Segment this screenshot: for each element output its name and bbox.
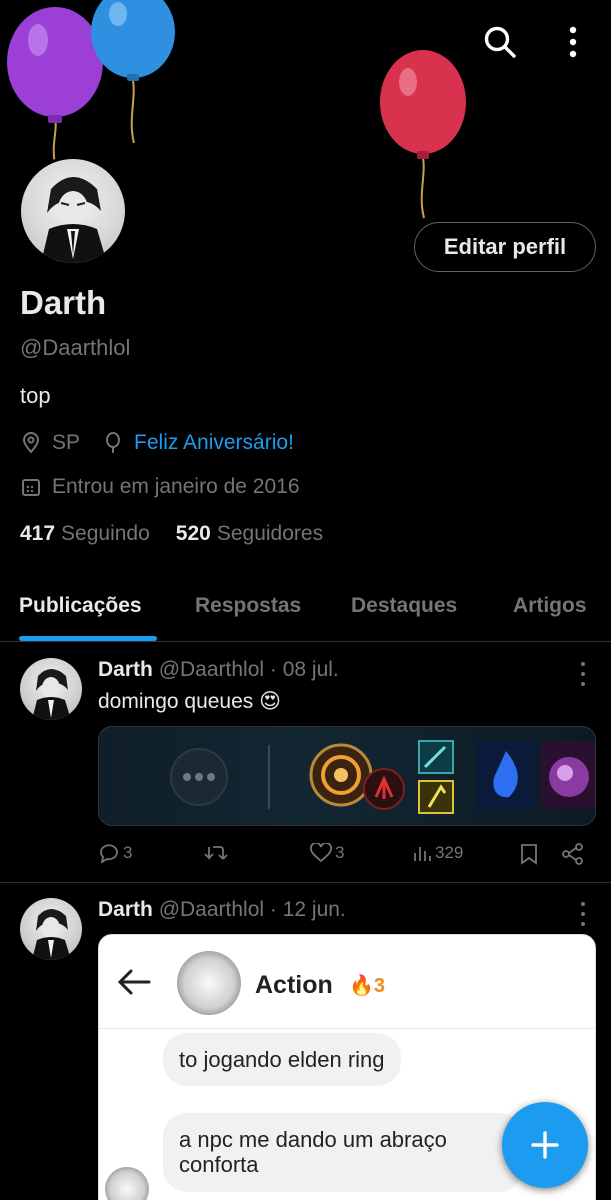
post-more-button[interactable] xyxy=(573,902,593,926)
repost-button[interactable] xyxy=(204,843,228,863)
blue-balloon-icon xyxy=(91,0,175,144)
following-label: Seguindo xyxy=(61,522,150,545)
location-icon xyxy=(20,432,42,454)
post-handle-date: @Daarthlol · 08 jul. xyxy=(158,658,339,681)
post-actions: 3 3 329 xyxy=(98,843,590,869)
chat-message-line: a npc me dando um abraço xyxy=(179,1127,447,1152)
search-icon xyxy=(484,26,516,58)
followers-link[interactable]: 520 Seguidores xyxy=(176,522,323,546)
profile-meta-location-row: SP Feliz Aniversário! xyxy=(20,431,294,455)
profile-tabs: Publicações Respostas Destaques Artigos xyxy=(0,576,611,642)
chat-streak: 🔥3 xyxy=(349,973,385,998)
views-button[interactable]: 329 xyxy=(412,843,463,863)
views-count: 329 xyxy=(435,843,464,862)
chat-avatar xyxy=(177,951,241,1015)
chat-sender-avatar xyxy=(105,1167,149,1200)
followers-label: Seguidores xyxy=(216,522,324,545)
tab-destaques[interactable]: Destaques xyxy=(351,594,457,618)
like-button[interactable]: 3 xyxy=(310,843,344,863)
chat-message-line: conforta xyxy=(179,1152,259,1178)
post-avatar[interactable] xyxy=(20,898,82,960)
post-author-name[interactable]: Darth xyxy=(98,898,153,921)
search-button[interactable] xyxy=(480,22,520,62)
avatar-image xyxy=(41,177,107,263)
post-media[interactable] xyxy=(98,726,596,826)
like-icon xyxy=(310,843,332,863)
plus-icon xyxy=(531,1131,559,1159)
profile-avatar[interactable] xyxy=(18,156,128,266)
profile-name: Darth xyxy=(20,284,107,321)
profile-page: Editar perfil Darth @Daarthlol top SP Fe… xyxy=(0,0,611,1200)
active-tab-indicator xyxy=(19,636,157,641)
post-avatar[interactable] xyxy=(20,658,82,720)
tab-publicacoes[interactable]: Publicações xyxy=(19,594,142,618)
reply-count: 3 xyxy=(123,843,133,862)
profile-bio: top xyxy=(20,383,51,408)
repost-icon xyxy=(204,846,228,861)
post-item[interactable]: Darth @Daarthlol · 08 jul. domingo queue… xyxy=(0,643,611,883)
followers-count: 520 xyxy=(175,522,211,545)
calendar-icon xyxy=(20,476,42,498)
chat-message: a npc me dando um abraço conforta xyxy=(163,1113,523,1192)
chat-message: to jogando elden ring xyxy=(163,1033,401,1087)
edit-profile-button[interactable]: Editar perfil xyxy=(414,222,596,272)
like-count: 3 xyxy=(335,843,345,862)
post-author-name[interactable]: Darth xyxy=(98,658,153,681)
follow-stats: 417 Seguindo 520 Seguidores xyxy=(20,522,323,546)
tab-respostas[interactable]: Respostas xyxy=(195,594,301,618)
post-header: Darth @Daarthlol · 12 jun. xyxy=(98,898,346,922)
chat-header: Action 🔥3 xyxy=(99,935,595,1029)
post-text: domingo queues 😍 xyxy=(98,690,282,713)
share-button[interactable] xyxy=(562,843,584,865)
profile-handle: @Daarthlol xyxy=(20,335,131,360)
balloon-icon xyxy=(102,432,124,454)
more-options-button[interactable] xyxy=(553,22,593,62)
reply-icon xyxy=(100,844,118,863)
chat-title: Action xyxy=(255,971,333,999)
views-icon xyxy=(414,847,431,861)
more-vertical-icon xyxy=(569,26,577,58)
bookmark-icon xyxy=(521,844,537,865)
birthday-link[interactable]: Feliz Aniversário! xyxy=(134,431,294,455)
reply-button[interactable]: 3 xyxy=(98,843,132,863)
profile-location: SP xyxy=(52,431,81,454)
post-more-button[interactable] xyxy=(573,662,593,686)
following-link[interactable]: 417 Seguindo xyxy=(20,522,150,546)
share-icon xyxy=(562,843,583,865)
game-lobby-image xyxy=(170,740,595,814)
back-arrow-icon xyxy=(117,969,151,995)
compose-button[interactable] xyxy=(502,1102,588,1188)
profile-meta-joined-row: Entrou em janeiro de 2016 xyxy=(20,475,300,499)
profile-joined-date: Entrou em janeiro de 2016 xyxy=(52,475,300,498)
post-handle-date: @Daarthlol · 12 jun. xyxy=(158,898,346,921)
bookmark-button[interactable] xyxy=(520,843,538,865)
fire-icon: 🔥 xyxy=(349,975,374,997)
chat-streak-count: 3 xyxy=(373,975,386,997)
red-balloon-icon xyxy=(380,50,466,219)
tab-artigos[interactable]: Artigos xyxy=(513,594,587,618)
following-count: 417 xyxy=(20,522,56,545)
post-header: Darth @Daarthlol · 08 jul. xyxy=(98,658,339,682)
